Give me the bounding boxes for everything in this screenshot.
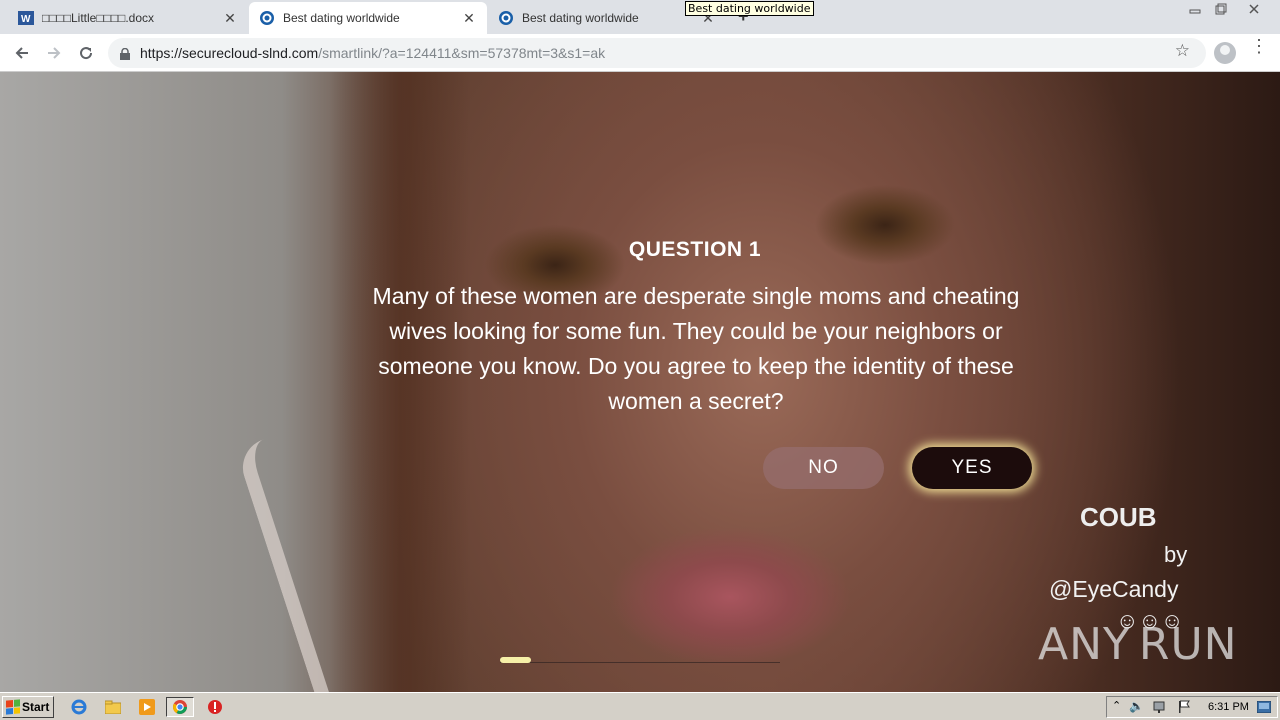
shield-heart-icon	[259, 10, 275, 26]
menu-dots-icon[interactable]: ⋮	[1250, 37, 1268, 55]
tab-tooltip: Best dating worldwide	[685, 1, 814, 16]
volume-icon[interactable]: 🔈	[1129, 699, 1144, 713]
address-bar[interactable]: https://securecloud-slnd.com/smartlink/?…	[108, 38, 1206, 68]
tab-strip: W □□□□Little□□□□.docx ✕ Best dating worl…	[0, 0, 1280, 34]
stop-sign-icon[interactable]	[206, 699, 224, 715]
media-player-icon[interactable]	[138, 699, 156, 715]
anyrun-logo: ANY RUN	[1038, 619, 1238, 670]
show-hidden-icons-icon[interactable]: ⌃	[1112, 699, 1121, 712]
close-tab-icon[interactable]: ✕	[222, 10, 238, 27]
close-window-icon[interactable]	[1240, 0, 1268, 18]
question-title: QUESTION 1	[628, 238, 762, 261]
tab-title: Best dating worldwide	[522, 11, 639, 25]
tab-word-doc[interactable]: W □□□□Little□□□□.docx ✕	[8, 2, 248, 34]
chrome-taskbar-icon[interactable]	[166, 697, 194, 717]
watermark-brand: COUB	[1080, 502, 1157, 532]
shield-heart-icon	[498, 10, 514, 26]
back-arrow-icon[interactable]	[10, 41, 34, 65]
progress-bar	[500, 657, 780, 663]
network-icon[interactable]	[1153, 700, 1169, 717]
clock: 6:31 PM	[1208, 701, 1249, 713]
close-tab-icon[interactable]: ✕	[461, 10, 477, 27]
tab-title: Best dating worldwide	[283, 11, 400, 25]
start-label: Start	[22, 700, 50, 714]
url-path: /smartlink/?a=124411&sm=57378mt=3&s1=ak	[318, 45, 606, 61]
windows-logo-icon	[6, 699, 20, 715]
folder-icon[interactable]	[104, 699, 122, 715]
no-button[interactable]: NO	[763, 447, 884, 489]
tab-dating-active[interactable]: Best dating worldwide ✕	[249, 2, 487, 34]
profile-avatar-icon[interactable]	[1214, 42, 1236, 64]
browser-toolbar: https://securecloud-slnd.com/smartlink/?…	[0, 34, 1280, 72]
watermark-handle: @EyeCandy	[1049, 576, 1179, 602]
bookmark-star-icon[interactable]: ☆	[1175, 41, 1190, 61]
taskbar: Start ⌃ 🔈 6:31 PM	[0, 692, 1280, 720]
internet-explorer-icon[interactable]	[70, 699, 88, 715]
tab-title: □□□□Little□□□□.docx	[42, 11, 155, 25]
reload-icon[interactable]	[74, 41, 98, 65]
svg-text:W: W	[21, 14, 31, 25]
progress-fill	[500, 657, 531, 663]
watermark-by: by	[1164, 542, 1188, 567]
start-button[interactable]: Start	[2, 696, 54, 718]
restore-icon[interactable]	[1208, 0, 1234, 18]
minimize-icon[interactable]	[1182, 0, 1208, 18]
forward-arrow-icon[interactable]	[42, 41, 66, 65]
url-host: https://securecloud-slnd.com	[140, 45, 319, 61]
page-content: QUESTION 1 Many of these women are despe…	[0, 72, 1280, 692]
question-text: Many of these women are desperate single…	[372, 283, 1020, 414]
word-icon: W	[18, 10, 34, 26]
lock-icon	[120, 47, 130, 60]
system-tray: ⌃ 🔈 6:31 PM	[1106, 696, 1278, 718]
yes-button[interactable]: YES	[912, 447, 1032, 489]
show-desktop-icon[interactable]	[1256, 700, 1272, 714]
flag-icon[interactable]	[1177, 700, 1191, 717]
